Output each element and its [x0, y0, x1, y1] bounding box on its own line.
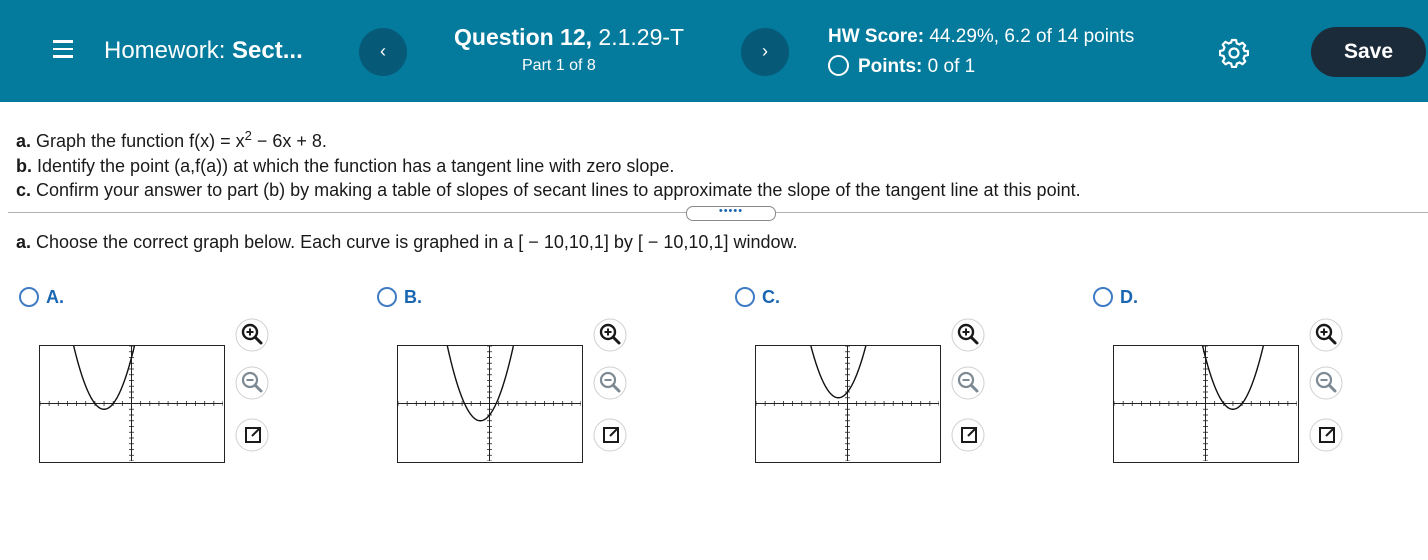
open-external-b[interactable]	[593, 418, 627, 452]
problem-statement: a. Graph the function f(x) = x2 − 6x + 8…	[16, 124, 1081, 203]
instruction-a: a. Graph the function f(x) = x2 − 6x + 8…	[16, 124, 1081, 154]
option-b[interactable]: B.	[377, 287, 422, 308]
zoom-in-icon	[951, 318, 985, 352]
open-external-icon	[1309, 418, 1343, 452]
hw-score-value: 44.29%, 6.2 of 14 points	[924, 26, 1135, 47]
graph-c	[755, 345, 941, 463]
radio-d[interactable]	[1093, 287, 1113, 307]
zoom-out-icon	[593, 366, 627, 400]
option-d-label: D.	[1120, 287, 1138, 307]
save-button[interactable]: Save	[1311, 27, 1426, 77]
zoom-in-icon	[235, 318, 269, 352]
option-b-label: B.	[404, 287, 422, 307]
open-external-icon	[235, 418, 269, 452]
graph-d	[1113, 345, 1299, 463]
points: Points: 0 of 1	[828, 55, 975, 78]
hw-score-label: HW Score:	[828, 26, 925, 47]
open-external-a[interactable]	[235, 418, 269, 452]
instruction-c-label: c.	[16, 180, 32, 200]
open-external-icon	[593, 418, 627, 452]
instruction-a-text-end: − 6x + 8.	[251, 131, 327, 151]
zoom-out-d[interactable]	[1309, 366, 1343, 400]
homework-section: Sect...	[232, 37, 303, 64]
graph-c-plot	[756, 346, 940, 462]
question-title: Question 12, 2.1.29-T	[454, 24, 684, 51]
open-external-icon	[951, 418, 985, 452]
top-header: Homework: Sect... ‹ Question 12, 2.1.29-…	[0, 0, 1428, 102]
instruction-c-text: Confirm your answer to part (b) by makin…	[31, 180, 1081, 200]
part-a-label: a.	[16, 232, 32, 252]
radio-a[interactable]	[19, 287, 39, 307]
previous-question-button[interactable]: ‹	[359, 28, 407, 76]
zoom-out-b[interactable]	[593, 366, 627, 400]
zoom-out-icon	[951, 366, 985, 400]
instruction-a-text: Graph the function f(x) = x	[31, 131, 245, 151]
instruction-b-text: Identify the point (a,f(a)) at which the…	[32, 155, 675, 176]
next-question-button[interactable]: ›	[741, 28, 789, 76]
open-external-d[interactable]	[1309, 418, 1343, 452]
option-c-label: C.	[762, 287, 780, 307]
question-part: Part 1 of 8	[522, 57, 596, 74]
graph-b	[397, 345, 583, 463]
expand-content-button[interactable]: •••••	[686, 206, 776, 221]
radio-b[interactable]	[377, 287, 397, 307]
instruction-a-label: a.	[16, 131, 32, 151]
option-a[interactable]: A.	[19, 287, 64, 308]
zoom-in-icon	[593, 318, 627, 352]
points-value: 0 of 1	[922, 56, 976, 77]
zoom-in-b[interactable]	[593, 318, 627, 352]
graph-d-plot	[1114, 346, 1298, 462]
option-d[interactable]: D.	[1093, 287, 1138, 308]
chevron-left-icon: ‹	[380, 41, 386, 61]
open-external-c[interactable]	[951, 418, 985, 452]
option-c[interactable]: C.	[735, 287, 780, 308]
part-a-prompt: a. Choose the correct graph below. Each …	[16, 232, 798, 253]
zoom-in-d[interactable]	[1309, 318, 1343, 352]
zoom-out-c[interactable]	[951, 366, 985, 400]
zoom-in-a[interactable]	[235, 318, 269, 352]
question-number: Question 12,	[454, 24, 593, 50]
graph-a	[39, 345, 225, 463]
points-status-icon	[828, 55, 849, 76]
points-label: Points:	[858, 56, 923, 77]
zoom-in-icon	[1309, 318, 1343, 352]
instruction-b: b. Identify the point (a,f(a)) at which …	[16, 154, 1081, 179]
instruction-c: c. Confirm your answer to part (b) by ma…	[16, 178, 1081, 203]
instruction-b-label: b.	[16, 155, 32, 176]
radio-c[interactable]	[735, 287, 755, 307]
zoom-out-icon	[1309, 366, 1343, 400]
zoom-out-icon	[235, 366, 269, 400]
graph-b-plot	[398, 346, 582, 462]
question-id: 2.1.29-T	[592, 24, 685, 50]
hw-score: HW Score: 44.29%, 6.2 of 14 points	[828, 26, 1134, 48]
chevron-right-icon: ›	[762, 41, 768, 61]
homework-title: Homework: Sect...	[104, 37, 303, 65]
zoom-in-c[interactable]	[951, 318, 985, 352]
part-a-text: Choose the correct graph below. Each cur…	[31, 232, 798, 252]
instruction-a-exponent: 2	[244, 128, 252, 143]
hamburger-icon[interactable]	[53, 40, 73, 58]
gear-icon[interactable]	[1219, 38, 1249, 68]
option-a-label: A.	[46, 287, 64, 307]
homework-title-prefix: Homework:	[104, 37, 233, 64]
graph-a-plot	[40, 346, 224, 462]
zoom-out-a[interactable]	[235, 366, 269, 400]
